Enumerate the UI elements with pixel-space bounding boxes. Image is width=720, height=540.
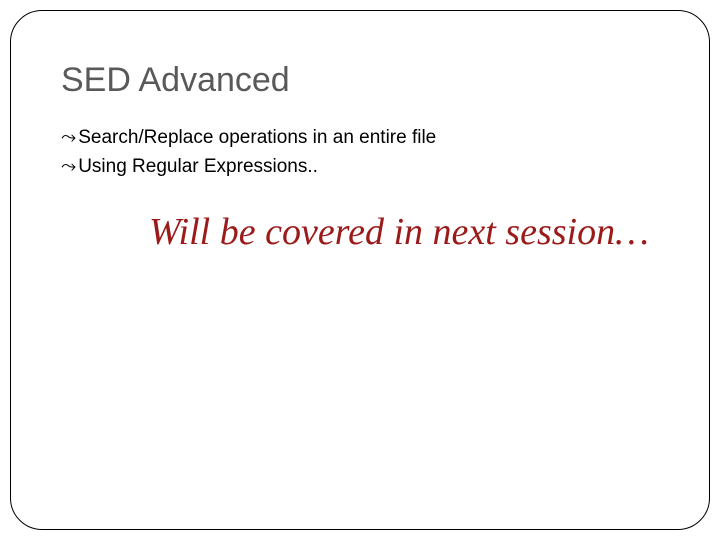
- bullet-list: ⤳ Search/Replace operations in an entire…: [61, 124, 659, 181]
- slide-title: SED Advanced: [61, 61, 659, 100]
- bullet-text: Using Regular Expressions..: [78, 153, 318, 182]
- bullet-text: Search/Replace operations in an entire f…: [78, 124, 436, 153]
- bullet-icon: ⤳: [61, 124, 76, 153]
- list-item: ⤳ Search/Replace operations in an entire…: [61, 124, 659, 153]
- slide-frame: SED Advanced ⤳ Search/Replace operations…: [10, 10, 710, 530]
- bullet-icon: ⤳: [61, 153, 76, 182]
- slide-subtitle: Will be covered in next session…: [61, 209, 659, 257]
- list-item: ⤳ Using Regular Expressions..: [61, 153, 659, 182]
